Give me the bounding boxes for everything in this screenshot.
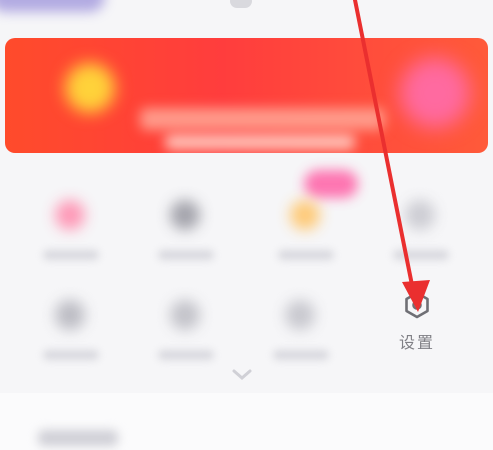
grid-item-1-icon (55, 200, 85, 230)
banner-badge (400, 58, 470, 128)
grid-item-4[interactable] (375, 180, 465, 270)
profile-pill (0, 0, 105, 12)
grid-item-6-label (158, 350, 214, 360)
grid-item-7-label (273, 350, 329, 360)
settings-button[interactable]: 设置 (389, 283, 445, 361)
grid-item-6-icon (170, 300, 200, 330)
banner-subtitle (165, 134, 355, 150)
service-grid (0, 160, 493, 400)
bottom-section-title (38, 430, 118, 446)
chevron-down-icon[interactable] (230, 368, 254, 382)
grid-item-2-label (158, 250, 214, 260)
grid-item-7-icon (285, 300, 315, 330)
grid-item-6[interactable] (140, 280, 230, 370)
grid-item-2[interactable] (140, 180, 230, 270)
grid-item-1-label (43, 250, 99, 260)
grid-item-2-icon (170, 200, 200, 230)
grid-item-4-icon (405, 200, 435, 230)
grid-item-4-label (393, 250, 449, 260)
grid-item-3[interactable] (260, 180, 350, 270)
promo-banner[interactable] (5, 38, 488, 153)
banner-icon (65, 63, 115, 113)
grid-item-5[interactable] (25, 280, 115, 370)
grid-item-7[interactable] (255, 280, 345, 370)
grid-item-3-icon (290, 200, 320, 230)
grid-item-5-icon (55, 300, 85, 330)
grid-item-5-label (43, 350, 99, 360)
settings-hex-gear-icon (405, 291, 429, 319)
top-indicator (230, 0, 252, 8)
banner-title (140, 108, 385, 130)
grid-item-3-label (278, 250, 334, 260)
grid-item-1[interactable] (25, 180, 115, 270)
settings-label: 设置 (398, 333, 435, 352)
